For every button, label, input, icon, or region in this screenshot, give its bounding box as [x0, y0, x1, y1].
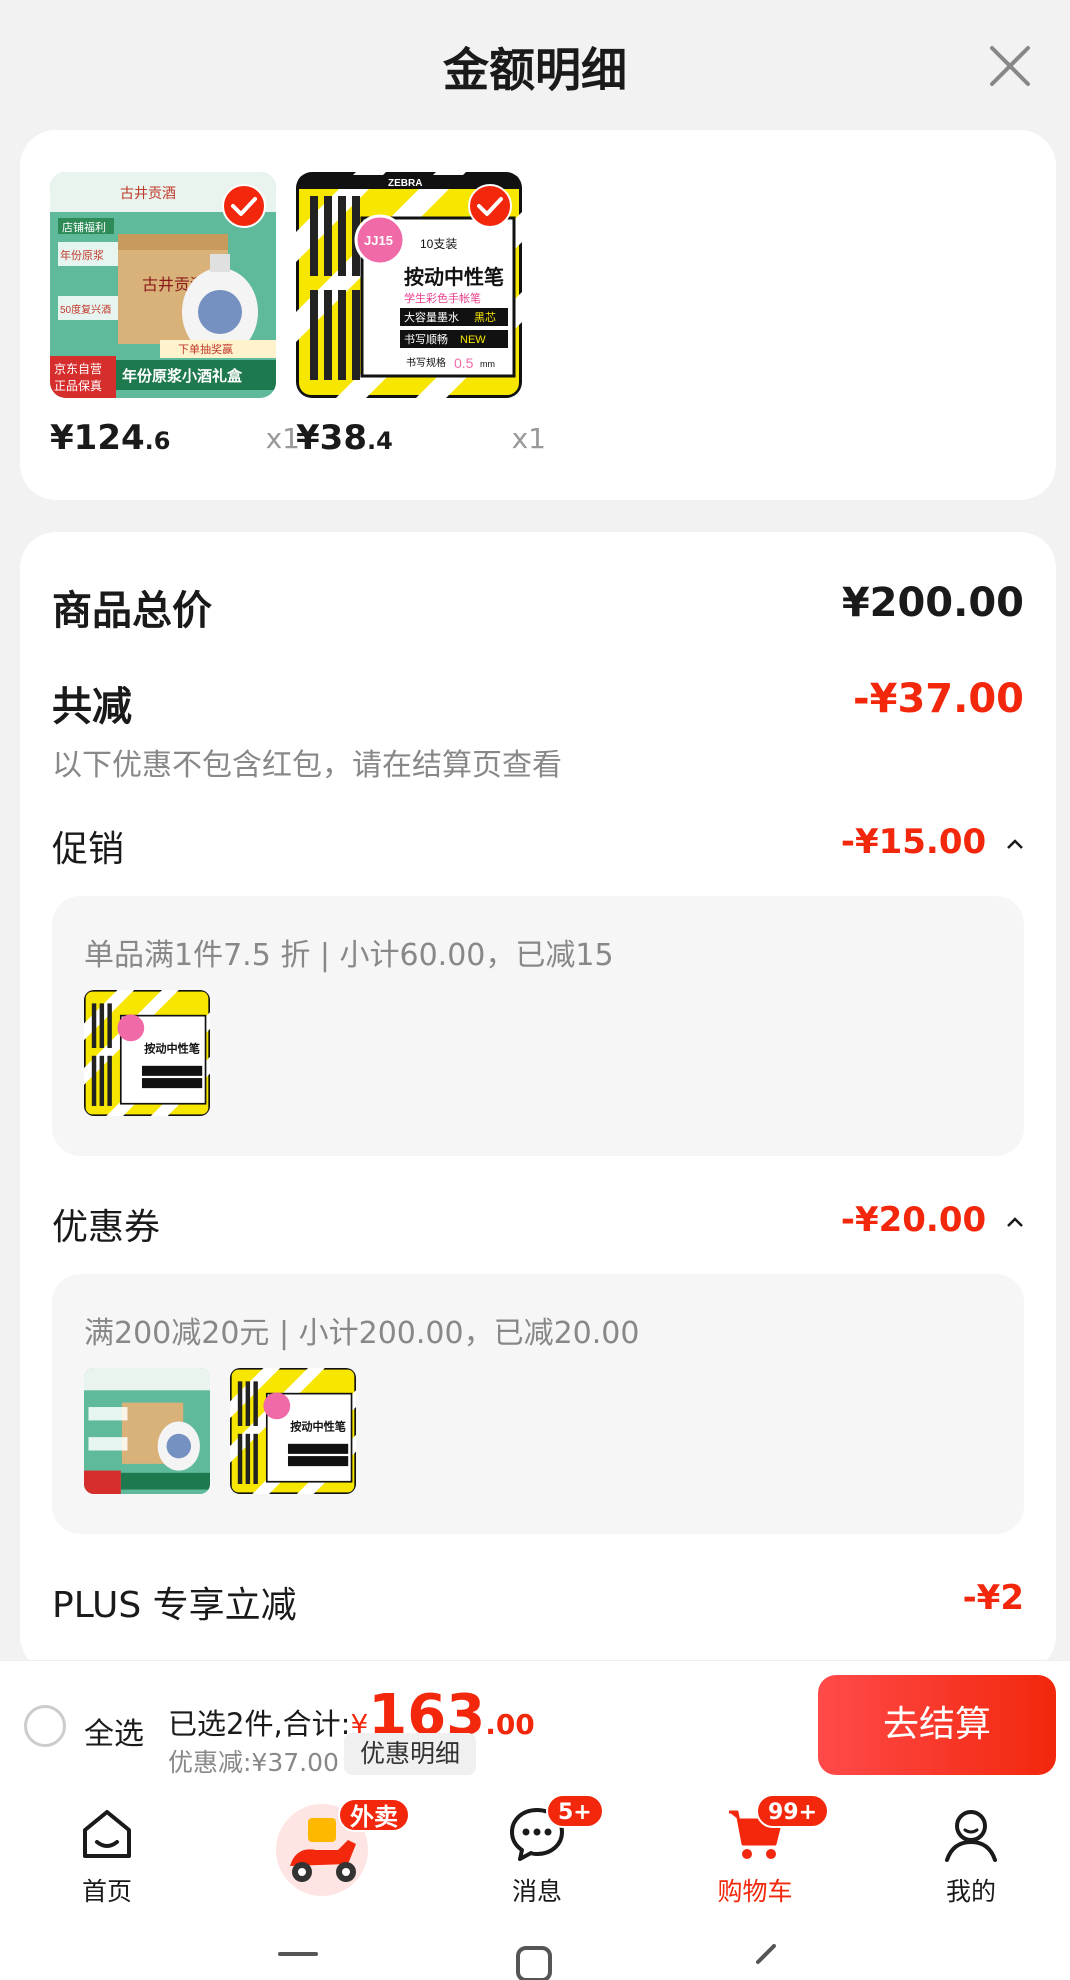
total-price-label: 商品总价: [52, 588, 212, 634]
promo-detail-button[interactable]: 优惠明细: [344, 1733, 477, 1775]
home-icon: [83, 1810, 131, 1858]
tab-label: 购物车: [717, 1877, 793, 1906]
chevron-up-icon: [1007, 838, 1023, 849]
promotion-label: 促销: [52, 829, 125, 870]
tab-label: 消息: [511, 1877, 562, 1906]
svg-text:正品保真: 正品保真: [54, 379, 102, 393]
sheet-header: 金额明细: [0, 0, 1070, 130]
promotion-toggle[interactable]: -¥15.00: [841, 822, 1024, 862]
plus-discount-value: -¥2: [962, 1578, 1024, 1618]
product-quantity: x1: [511, 422, 546, 455]
tab-cart[interactable]: 99+ 购物车: [680, 1790, 830, 1930]
profile-icon: [945, 1810, 997, 1862]
select-all-label[interactable]: 全选: [84, 1709, 144, 1753]
pen-product-image: 按动中性笔: [84, 990, 210, 1116]
svg-text:年份原浆: 年份原浆: [60, 248, 104, 262]
back-nav-icon[interactable]: [750, 1942, 780, 1980]
select-all-radio[interactable]: [24, 1705, 66, 1747]
tab-home[interactable]: 首页: [32, 1790, 182, 1930]
product-price: ¥38.4: [296, 418, 393, 458]
svg-text:50度复兴酒: 50度复兴酒: [60, 303, 111, 316]
svg-text:京东自营: 京东自营: [54, 362, 102, 376]
total-reduce-value: -¥37.00: [853, 676, 1024, 722]
selected-count-text: 已选2件,合计:: [168, 1707, 351, 1741]
svg-text:ZEBRA: ZEBRA: [388, 178, 422, 189]
svg-text:按动中性笔: 按动中性笔: [404, 265, 504, 289]
total-reduce-label: 共减: [52, 684, 132, 730]
messages-badge: 5+: [546, 1794, 604, 1828]
svg-text:mm: mm: [480, 359, 495, 369]
svg-text:按动中性笔: 按动中性笔: [290, 1419, 346, 1433]
bottom-tab-bar: 首页 外卖 5+ 消息 99+ 购物车 我的: [0, 1790, 1070, 1930]
price-detail-card: 商品总价 ¥200.00 共减 -¥37.00 以下优惠不包含红包，请在结算页查…: [20, 532, 1056, 1660]
coupon-item-thumbnail-wine[interactable]: [84, 1368, 210, 1494]
coupon-toggle[interactable]: -¥20.00: [841, 1200, 1024, 1240]
product-item-pen[interactable]: ZEBRA JJ15 10支装 按动中性笔 学生彩色手帐笔 大容量墨水 黑芯 书…: [296, 172, 546, 458]
promotion-value: -¥15.00: [840, 822, 987, 862]
product-price: ¥124.6: [50, 418, 171, 458]
svg-text:学生彩色手帐笔: 学生彩色手帐笔: [404, 291, 481, 305]
wine-product-image: [84, 1368, 210, 1494]
product-thumbnail-pen[interactable]: ZEBRA JJ15 10支装 按动中性笔 学生彩色手帐笔 大容量墨水 黑芯 书…: [296, 172, 522, 398]
discount-note: 以下优惠不包含红包，请在结算页查看: [52, 748, 562, 783]
checkout-bar: 全选 已选2件,合计:¥163.00 优惠减:¥37.00 优惠明细 去结算: [0, 1660, 1070, 1790]
total-price-value: ¥200.00: [841, 580, 1024, 626]
svg-text:年份原浆小酒礼盒: 年份原浆小酒礼盒: [122, 367, 243, 385]
plus-discount-label: PLUS 专享立减: [52, 1585, 297, 1626]
product-thumbnail-wine[interactable]: 古井贡酒 店铺福利 年份原浆 50度复兴酒 古井贡酒 下单抽奖赢 年份原浆小酒礼…: [50, 172, 276, 398]
pen-product-image: 按动中性笔: [230, 1368, 356, 1494]
checked-icon[interactable]: [468, 184, 512, 228]
home-nav-icon[interactable]: [514, 1944, 554, 1980]
svg-text:古井贡酒: 古井贡酒: [120, 185, 176, 201]
cart-badge: 99+: [756, 1794, 830, 1828]
svg-text:JJ15: JJ15: [364, 233, 393, 248]
svg-text:店铺福利: 店铺福利: [62, 220, 106, 234]
discount-amount-text: 优惠减:¥37.00: [168, 1748, 339, 1777]
tab-messages[interactable]: 5+ 消息: [462, 1790, 612, 1930]
product-item-wine[interactable]: 古井贡酒 店铺福利 年份原浆 50度复兴酒 古井贡酒 下单抽奖赢 年份原浆小酒礼…: [50, 172, 300, 458]
promotion-detail-text: 单品满1件7.5 折 | 小计60.00，已减15: [84, 938, 614, 973]
close-icon[interactable]: [984, 40, 1036, 92]
svg-text:下单抽奖赢: 下单抽奖赢: [178, 342, 233, 356]
tab-label: 首页: [81, 1877, 132, 1906]
svg-text:0.5: 0.5: [454, 355, 474, 371]
svg-text:10支装: 10支装: [420, 237, 457, 251]
chevron-up-icon: [1007, 1216, 1023, 1227]
coupon-detail-box: 满200减20元 | 小计200.00，已减20.00 按动中性笔: [52, 1274, 1024, 1534]
svg-text:黑芯: 黑芯: [474, 310, 496, 324]
tab-label: 我的: [945, 1877, 996, 1906]
svg-text:大容量墨水: 大容量墨水: [404, 310, 459, 324]
svg-text:书写顺畅: 书写顺畅: [404, 332, 448, 346]
selected-products-card: 古井贡酒 店铺福利 年份原浆 50度复兴酒 古井贡酒 下单抽奖赢 年份原浆小酒礼…: [20, 130, 1056, 500]
amount-detail-sheet: 金额明细 古井贡酒 店铺福利 年份原浆 50度复兴酒 古井贡酒 下单抽奖赢 年份…: [0, 0, 1070, 1660]
tab-profile[interactable]: 我的: [896, 1790, 1046, 1930]
product-quantity: x1: [265, 422, 300, 455]
tab-delivery[interactable]: 外卖: [250, 1790, 420, 1930]
svg-text:NEW: NEW: [460, 334, 486, 346]
svg-text:书写规格: 书写规格: [406, 356, 446, 369]
checkout-button[interactable]: 去结算: [818, 1675, 1056, 1775]
coupon-value: -¥20.00: [840, 1200, 987, 1240]
promotion-item-thumbnail[interactable]: 按动中性笔: [84, 990, 210, 1116]
checked-icon[interactable]: [222, 184, 266, 228]
system-navigation-bar: [0, 1930, 1070, 1980]
svg-text:按动中性笔: 按动中性笔: [144, 1041, 200, 1055]
delivery-badge: 外卖: [338, 1798, 410, 1832]
menu-nav-icon[interactable]: [278, 1952, 318, 1962]
coupon-item-thumbnail-pen[interactable]: 按动中性笔: [230, 1368, 356, 1494]
coupon-label: 优惠券: [52, 1207, 161, 1248]
promotion-detail-box: 单品满1件7.5 折 | 小计60.00，已减15 按动中性笔: [52, 896, 1024, 1156]
sheet-title: 金额明细: [443, 43, 627, 97]
coupon-detail-text: 满200减20元 | 小计200.00，已减20.00: [84, 1316, 640, 1351]
total-amount-decimal: .00: [485, 1708, 535, 1741]
